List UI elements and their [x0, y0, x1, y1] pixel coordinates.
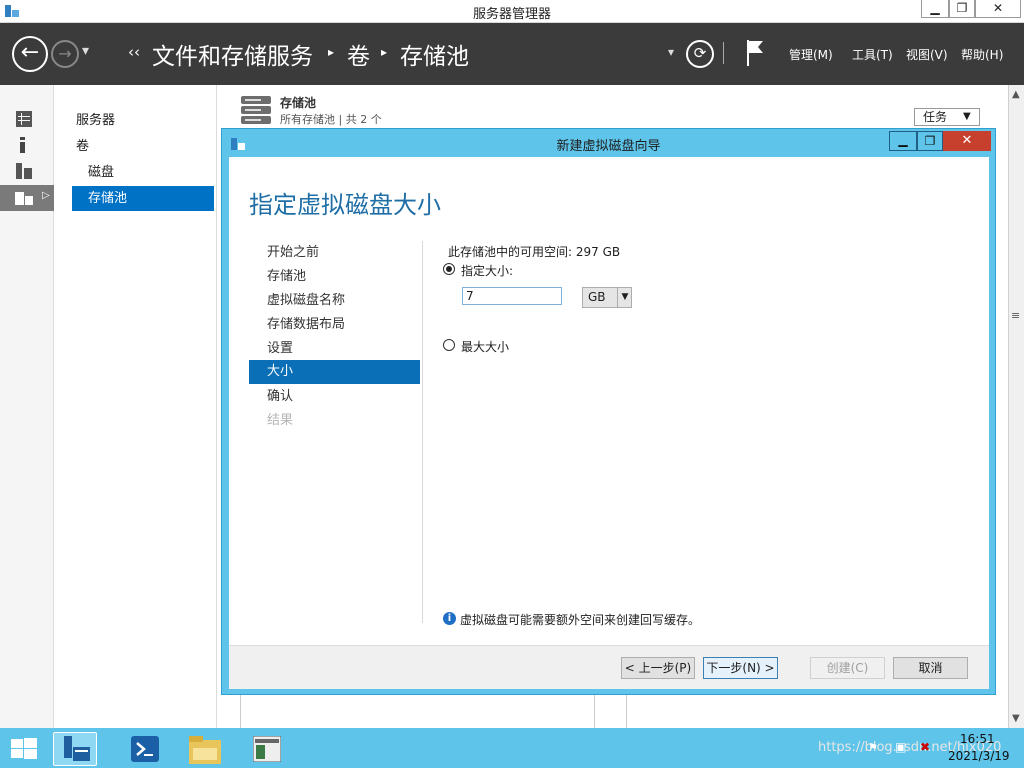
windows-start-icon[interactable]	[11, 738, 37, 760]
clock-time[interactable]: 16:51	[960, 732, 995, 746]
next-button[interactable]: 下一步(N) >	[703, 657, 778, 679]
breadcrumb-item-file-storage[interactable]: 文件和存储服务	[152, 37, 313, 71]
max-size-radio[interactable]	[443, 339, 455, 351]
step-results: 结果	[267, 413, 294, 428]
history-dropdown-icon[interactable]: ▾	[82, 43, 89, 59]
file-storage-icon	[15, 192, 33, 205]
file-storage-nav-selected[interactable]: ▷	[0, 185, 54, 211]
step-storage-pool[interactable]: 存储池	[267, 265, 306, 289]
pane-divider	[594, 690, 595, 728]
step-before-you-begin[interactable]: 开始之前	[267, 241, 319, 265]
navigation-pane: 服务器 卷 磁盘 存储池	[55, 85, 217, 728]
chevron-down-icon: ▼	[617, 288, 632, 307]
previous-button[interactable]: < 上一步(P)	[621, 657, 695, 679]
chevron-down-icon: ▼	[963, 111, 971, 122]
window-title-bar: 服务器管理器 ▁ ❐ ✕	[0, 0, 1024, 23]
step-settings[interactable]: 设置	[267, 337, 293, 361]
breadcrumb-overflow-icon[interactable]: ‹‹	[128, 43, 140, 61]
back-button[interactable]: ←	[12, 36, 48, 72]
nav-item-servers[interactable]: 服务器	[72, 108, 214, 133]
back-arrow-icon: ←	[20, 40, 40, 65]
network-tray-icon[interactable]: ▣	[895, 740, 906, 754]
forward-arrow-icon: →	[58, 44, 72, 63]
breadcrumb-item-storage-pools[interactable]: 存储池	[400, 37, 469, 71]
left-icon-rail: ▷	[0, 85, 54, 728]
steps-divider	[422, 241, 423, 623]
menu-tools[interactable]: 工具(T)	[852, 46, 893, 63]
wizard-title: 新建虚拟磁盘向导	[556, 139, 661, 154]
breadcrumb-item-volumes[interactable]: 卷	[347, 37, 370, 71]
all-servers-icon[interactable]	[16, 163, 32, 179]
server-manager-icon	[64, 736, 90, 761]
nav-item-volumes[interactable]: 卷	[72, 134, 214, 159]
taskbar-powershell[interactable]	[123, 732, 167, 766]
breadcrumb-arrow-icon: ▸	[328, 45, 335, 59]
powershell-icon	[131, 736, 159, 762]
file-explorer-icon	[189, 736, 221, 764]
dashboard-icon[interactable]	[16, 111, 32, 127]
menu-view[interactable]: 视图(V)	[906, 46, 948, 63]
refresh-button[interactable]: ⟳	[686, 40, 714, 68]
flag-tray-icon[interactable]: ⚑	[868, 741, 878, 754]
maximize-button[interactable]: ❐	[949, 0, 975, 18]
notification-flag-icon[interactable]	[745, 40, 765, 66]
radio-selected-dot	[446, 266, 452, 272]
step-confirmation[interactable]: 确认	[267, 385, 293, 409]
breadcrumb-arrow-icon: ▸	[381, 45, 388, 59]
pane-divider	[240, 690, 241, 728]
size-input[interactable]: 7	[462, 287, 562, 305]
create-button: 创建(C)	[810, 657, 885, 679]
local-server-icon[interactable]	[18, 137, 28, 153]
scroll-grip-icon[interactable]: ≡	[1011, 309, 1020, 322]
step-virtual-disk-name[interactable]: 虚拟磁盘名称	[267, 289, 345, 313]
window-title: 服务器管理器	[472, 7, 551, 22]
nav-item-storage-pools[interactable]: 存储池	[72, 186, 214, 211]
refresh-icon: ⟳	[693, 44, 707, 62]
taskbar-file-explorer[interactable]	[183, 732, 227, 766]
nav-item-disks[interactable]: 磁盘	[72, 160, 214, 185]
unit-value: GB	[588, 290, 606, 304]
minimize-button[interactable]: ▁	[921, 0, 949, 18]
scroll-up-icon[interactable]: ▲	[1012, 89, 1020, 100]
taskbar-app[interactable]	[245, 732, 289, 766]
console-window-icon	[253, 736, 281, 762]
tasks-label: 任务	[923, 110, 948, 124]
info-text: 虚拟磁盘可能需要额外空间来创建回写缓存。	[460, 613, 701, 627]
wizard-minimize-button[interactable]: ▁	[889, 131, 917, 151]
wizard-body: 指定虚拟磁盘大小 开始之前 存储池 虚拟磁盘名称 存储数据布局 设置 大小 确认…	[229, 157, 989, 689]
specify-size-label[interactable]: 指定大小:	[461, 262, 513, 279]
info-icon: i	[443, 612, 456, 625]
refresh-dropdown-icon[interactable]: ▾	[668, 45, 674, 59]
close-button[interactable]: ✕	[975, 0, 1021, 18]
speaker-muted-icon[interactable]: ✖	[920, 740, 930, 754]
menu-help[interactable]: 帮助(H)	[961, 46, 1003, 63]
vertical-scrollbar[interactable]: ▲ ≡ ▼	[1008, 85, 1024, 728]
taskbar: https://blog.csdn.net/hjx020 ⚑ ▣ ✖ 16:51…	[0, 728, 1024, 768]
pane-divider	[626, 690, 627, 728]
taskbar-server-manager[interactable]	[53, 732, 97, 766]
specify-size-radio[interactable]	[443, 263, 455, 275]
unit-select[interactable]: GB ▼	[582, 287, 632, 308]
forward-button[interactable]: →	[51, 40, 79, 68]
available-space-text: 此存储池中的可用空间: 297 GB	[448, 245, 621, 259]
tasks-dropdown[interactable]: 任务 ▼	[914, 108, 980, 126]
wizard-close-button[interactable]: ✕	[943, 131, 991, 151]
new-virtual-disk-wizard: 新建虚拟磁盘向导 ▁ ❐ ✕ 指定虚拟磁盘大小 开始之前 存储池 虚拟磁盘名称 …	[221, 128, 996, 695]
cancel-button[interactable]: 取消	[893, 657, 968, 679]
expand-arrow-icon[interactable]: ▷	[42, 190, 50, 201]
step-size[interactable]: 大小	[249, 360, 420, 384]
storage-pool-icon	[241, 96, 271, 124]
pool-section-subtitle: 所有存储池 | 共 2 个	[280, 113, 382, 126]
wizard-maximize-button[interactable]: ❐	[917, 131, 943, 151]
clock-date[interactable]: 2021/3/19	[948, 749, 1010, 763]
pool-section-title: 存储池	[280, 96, 317, 110]
toolbar: ← → ▾ ‹‹ 文件和存储服务 ▸ 卷 ▸ 存储池 ▾ ⟳ 管理(M) 工具(…	[0, 23, 1024, 85]
max-size-label[interactable]: 最大大小	[461, 338, 509, 355]
scroll-down-icon[interactable]: ▼	[1012, 713, 1020, 724]
toolbar-divider	[723, 42, 724, 64]
wizard-heading: 指定虚拟磁盘大小	[249, 191, 441, 219]
menu-manage[interactable]: 管理(M)	[789, 46, 833, 63]
step-storage-layout[interactable]: 存储数据布局	[267, 313, 345, 337]
